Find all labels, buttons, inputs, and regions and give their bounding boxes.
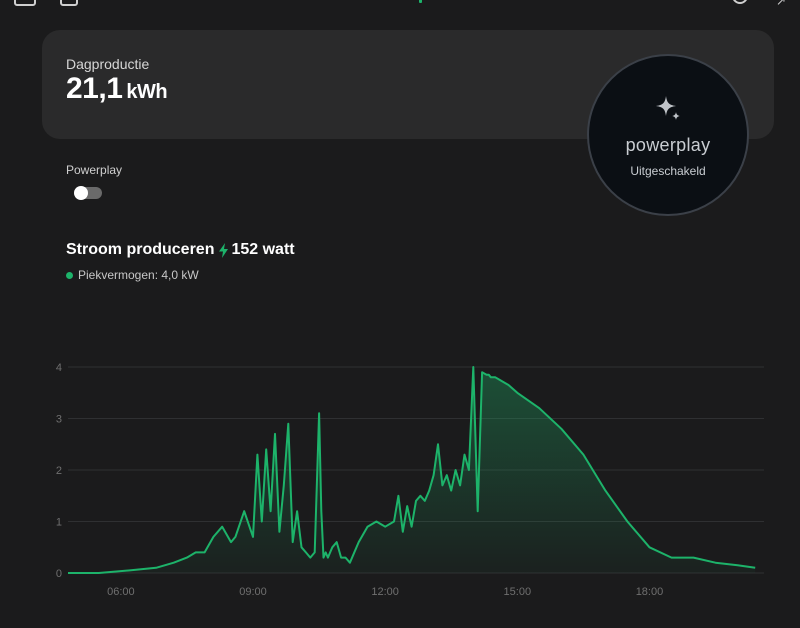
production-value: 152 watt (231, 241, 295, 258)
peak-dot (66, 271, 73, 279)
powerplay-status: Uitgeschakeld (630, 164, 706, 178)
daily-production-value: 21,1 kWh (66, 72, 168, 106)
toggle-knob (74, 186, 88, 200)
powerplay-toggle-label: Powerplay (66, 163, 123, 177)
lightning-bolt-icon (219, 242, 229, 258)
top-bar: ↗ (0, 0, 800, 10)
y-tick-label: 3 (56, 414, 62, 426)
x-tick-label: 06:00 (107, 586, 135, 598)
powerplay-toggle[interactable] (74, 186, 102, 200)
production-heading: Stroom produceren 152 watt (66, 241, 295, 259)
x-tick-label: 18:00 (636, 586, 664, 598)
x-tick-label: 12:00 (371, 586, 399, 598)
y-tick-label: 4 (56, 362, 62, 374)
sparkle-icon (589, 94, 747, 122)
peak-power-label: Piekvermogen: 4,0 kW (78, 268, 199, 282)
x-tick-label: 15:00 (504, 586, 532, 598)
powerplay-badge[interactable]: powerplay Uitgeschakeld (587, 54, 749, 216)
x-tick-label: 09:00 (239, 586, 267, 598)
peak-power: Piekvermogen: 4,0 kW (66, 268, 199, 282)
powerplay-title: powerplay (625, 135, 711, 155)
y-tick-label: 2 (56, 465, 62, 477)
menu-icon[interactable] (14, 0, 36, 6)
daily-production-label: Dagproductie (66, 56, 150, 72)
y-tick-label: 1 (56, 517, 62, 529)
active-tab-indicator (419, 0, 422, 3)
arrow-icon[interactable]: ↗ (776, 0, 786, 8)
daily-production-number: 21,1 (66, 72, 123, 105)
y-tick-label: 0 (56, 568, 62, 580)
daily-production-unit: kWh (126, 81, 168, 103)
production-chart[interactable]: 0 1 2 3 4 06:00 09:00 12:00 15:00 18:00 (0, 340, 800, 610)
help-icon[interactable] (732, 0, 748, 4)
calendar-icon[interactable] (60, 0, 78, 6)
production-title: Stroom produceren (66, 241, 215, 258)
